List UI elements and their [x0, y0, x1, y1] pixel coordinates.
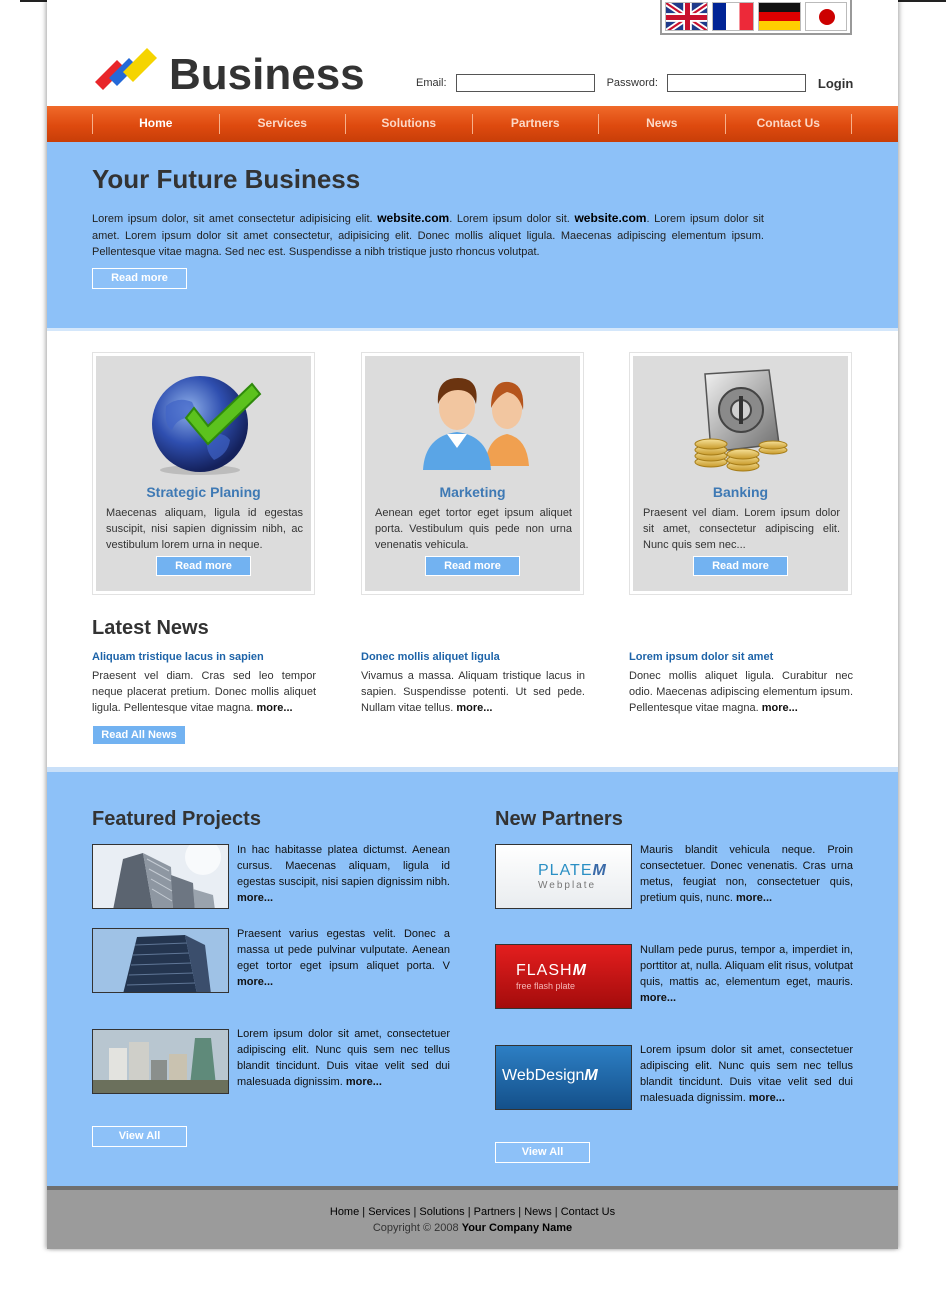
more-link[interactable]: more...: [237, 892, 273, 904]
service-title: Marketing: [439, 484, 506, 500]
footer-link-solutions[interactable]: Solutions: [419, 1206, 464, 1218]
more-link[interactable]: more...: [456, 702, 492, 714]
english-flag-icon[interactable]: [665, 2, 708, 31]
service-read-more-button[interactable]: Read more: [425, 556, 520, 576]
service-card-marketing: Marketing Aenean eget tortor eget ipsum …: [361, 352, 584, 595]
language-selector: [660, 0, 852, 35]
email-field[interactable]: [455, 74, 595, 92]
footer: Home | Services | Solutions | Partners |…: [47, 1186, 898, 1249]
more-link[interactable]: more...: [640, 992, 676, 1004]
nav-item-news[interactable]: News: [599, 114, 726, 134]
service-read-more-button[interactable]: Read more: [156, 556, 251, 576]
flashm-partner-logo[interactable]: FLASHM free flash plate: [495, 944, 632, 1009]
office-tower-photo[interactable]: [92, 928, 229, 993]
service-title: Banking: [712, 484, 769, 500]
latest-news-title: Latest News: [92, 617, 209, 639]
logo-icon[interactable]: [95, 46, 159, 90]
footer-link-services[interactable]: Services: [368, 1206, 410, 1218]
skyscraper-photo[interactable]: [92, 844, 229, 909]
brand-name[interactable]: Business: [169, 50, 365, 100]
partner-text: Nullam pede purus, tempor a, imperdiet i…: [640, 944, 853, 1004]
footer-link-news[interactable]: News: [524, 1206, 552, 1218]
globe-checkmark-icon: [151, 376, 261, 475]
hero-divider: [47, 328, 898, 331]
partner-text: Lorem ipsum dolor sit amet, consectetuer…: [640, 1044, 853, 1104]
nav-item-services[interactable]: Services: [220, 114, 346, 134]
nav-item-solutions[interactable]: Solutions: [346, 114, 473, 134]
news-text: Praesent vel diam. Cras sed leo tempor n…: [92, 670, 316, 714]
more-link[interactable]: more...: [736, 892, 772, 904]
nav-item-contact[interactable]: Contact Us: [726, 114, 852, 134]
news-item: Donec mollis aliquet ligula Vivamus a ma…: [361, 651, 585, 716]
main-navigation: Home Services Solutions Partners News Co…: [47, 106, 898, 142]
footer-link-home[interactable]: Home: [330, 1206, 359, 1218]
nav-item-home[interactable]: Home: [93, 114, 220, 134]
service-read-more-button[interactable]: Read more: [693, 556, 788, 576]
german-flag-icon[interactable]: [758, 2, 801, 31]
more-link[interactable]: more...: [346, 1076, 382, 1088]
hero-text: Lorem ipsum dolor, sit amet consectetur …: [92, 211, 764, 258]
platem-partner-logo[interactable]: PLATEM Webplate: [495, 844, 632, 909]
project-text: In hac habitasse platea dictumst. Aenean…: [237, 844, 450, 904]
webdesignm-partner-logo[interactable]: WebDesignM: [495, 1045, 632, 1110]
page-container: Business Email: Password: Login Home Ser…: [47, 0, 898, 1249]
password-field[interactable]: [666, 74, 806, 92]
more-link[interactable]: more...: [749, 1092, 785, 1104]
new-partners-title: New Partners: [495, 808, 623, 830]
service-card-strategic: Strategic Planing Maecenas aliquam, ligu…: [92, 352, 315, 595]
french-flag-icon[interactable]: [711, 2, 754, 31]
partners-view-all-button[interactable]: View All: [495, 1142, 590, 1163]
service-text: Maecenas aliquam, ligula id egestas susc…: [106, 507, 303, 551]
hero-section: Your Future Business Lorem ipsum dolor, …: [47, 142, 898, 328]
bottom-section: Featured Projects In hac habitasse plate…: [47, 772, 898, 1186]
news-text: Vivamus a massa. Aliquam tristique lacus…: [361, 670, 585, 714]
project-text: Praesent varius egestas velit. Donec a m…: [237, 928, 450, 988]
service-title: Strategic Planing: [146, 484, 261, 500]
news-text: Donec mollis aliquet ligula. Curabitur n…: [629, 670, 853, 714]
read-all-news-button[interactable]: Read All News: [92, 725, 186, 745]
more-link[interactable]: more...: [237, 976, 273, 988]
featured-projects-title: Featured Projects: [92, 808, 261, 830]
login-button[interactable]: Login: [818, 76, 853, 91]
more-link[interactable]: more...: [762, 702, 798, 714]
news-headline-link[interactable]: Lorem ipsum dolor sit amet: [629, 651, 853, 663]
password-label: Password:: [606, 77, 658, 89]
company-name: Your Company Name: [461, 1222, 573, 1234]
hero-read-more-button[interactable]: Read more: [92, 268, 187, 289]
footer-link-partners[interactable]: Partners: [474, 1206, 516, 1218]
partner-text: Mauris blandit vehicula neque. Proin con…: [640, 844, 853, 904]
projects-view-all-button[interactable]: View All: [92, 1126, 187, 1147]
service-text: Aenean eget tortor eget ipsum aliquet po…: [375, 507, 572, 551]
copyright: Copyright © 2008 Your Company Name: [372, 1222, 573, 1234]
login-form: Email: Password: Login: [416, 74, 853, 92]
service-card-banking: Banking Praesent vel diam. Lorem ipsum d…: [629, 352, 852, 595]
more-link[interactable]: more...: [257, 702, 293, 714]
japanese-flag-icon[interactable]: [804, 2, 847, 31]
people-icon: [422, 378, 529, 470]
city-skyline-photo[interactable]: [92, 1029, 229, 1094]
safe-coins-icon: [694, 369, 787, 472]
service-text: Praesent vel diam. Lorem ipsum dolor sit…: [643, 507, 840, 551]
project-text: Lorem ipsum dolor sit amet, consectetuer…: [237, 1028, 450, 1088]
news-item: Aliquam tristique lacus in sapien Praese…: [92, 651, 316, 716]
hero-title: Your Future Business: [92, 164, 361, 194]
news-item: Lorem ipsum dolor sit amet Donec mollis …: [629, 651, 853, 716]
footer-links: Home | Services | Solutions | Partners |…: [329, 1206, 616, 1218]
news-headline-link[interactable]: Aliquam tristique lacus in sapien: [92, 651, 316, 663]
nav-item-partners[interactable]: Partners: [473, 114, 599, 134]
footer-link-contact[interactable]: Contact Us: [561, 1206, 615, 1218]
news-headline-link[interactable]: Donec mollis aliquet ligula: [361, 651, 585, 663]
email-label: Email:: [416, 77, 447, 89]
